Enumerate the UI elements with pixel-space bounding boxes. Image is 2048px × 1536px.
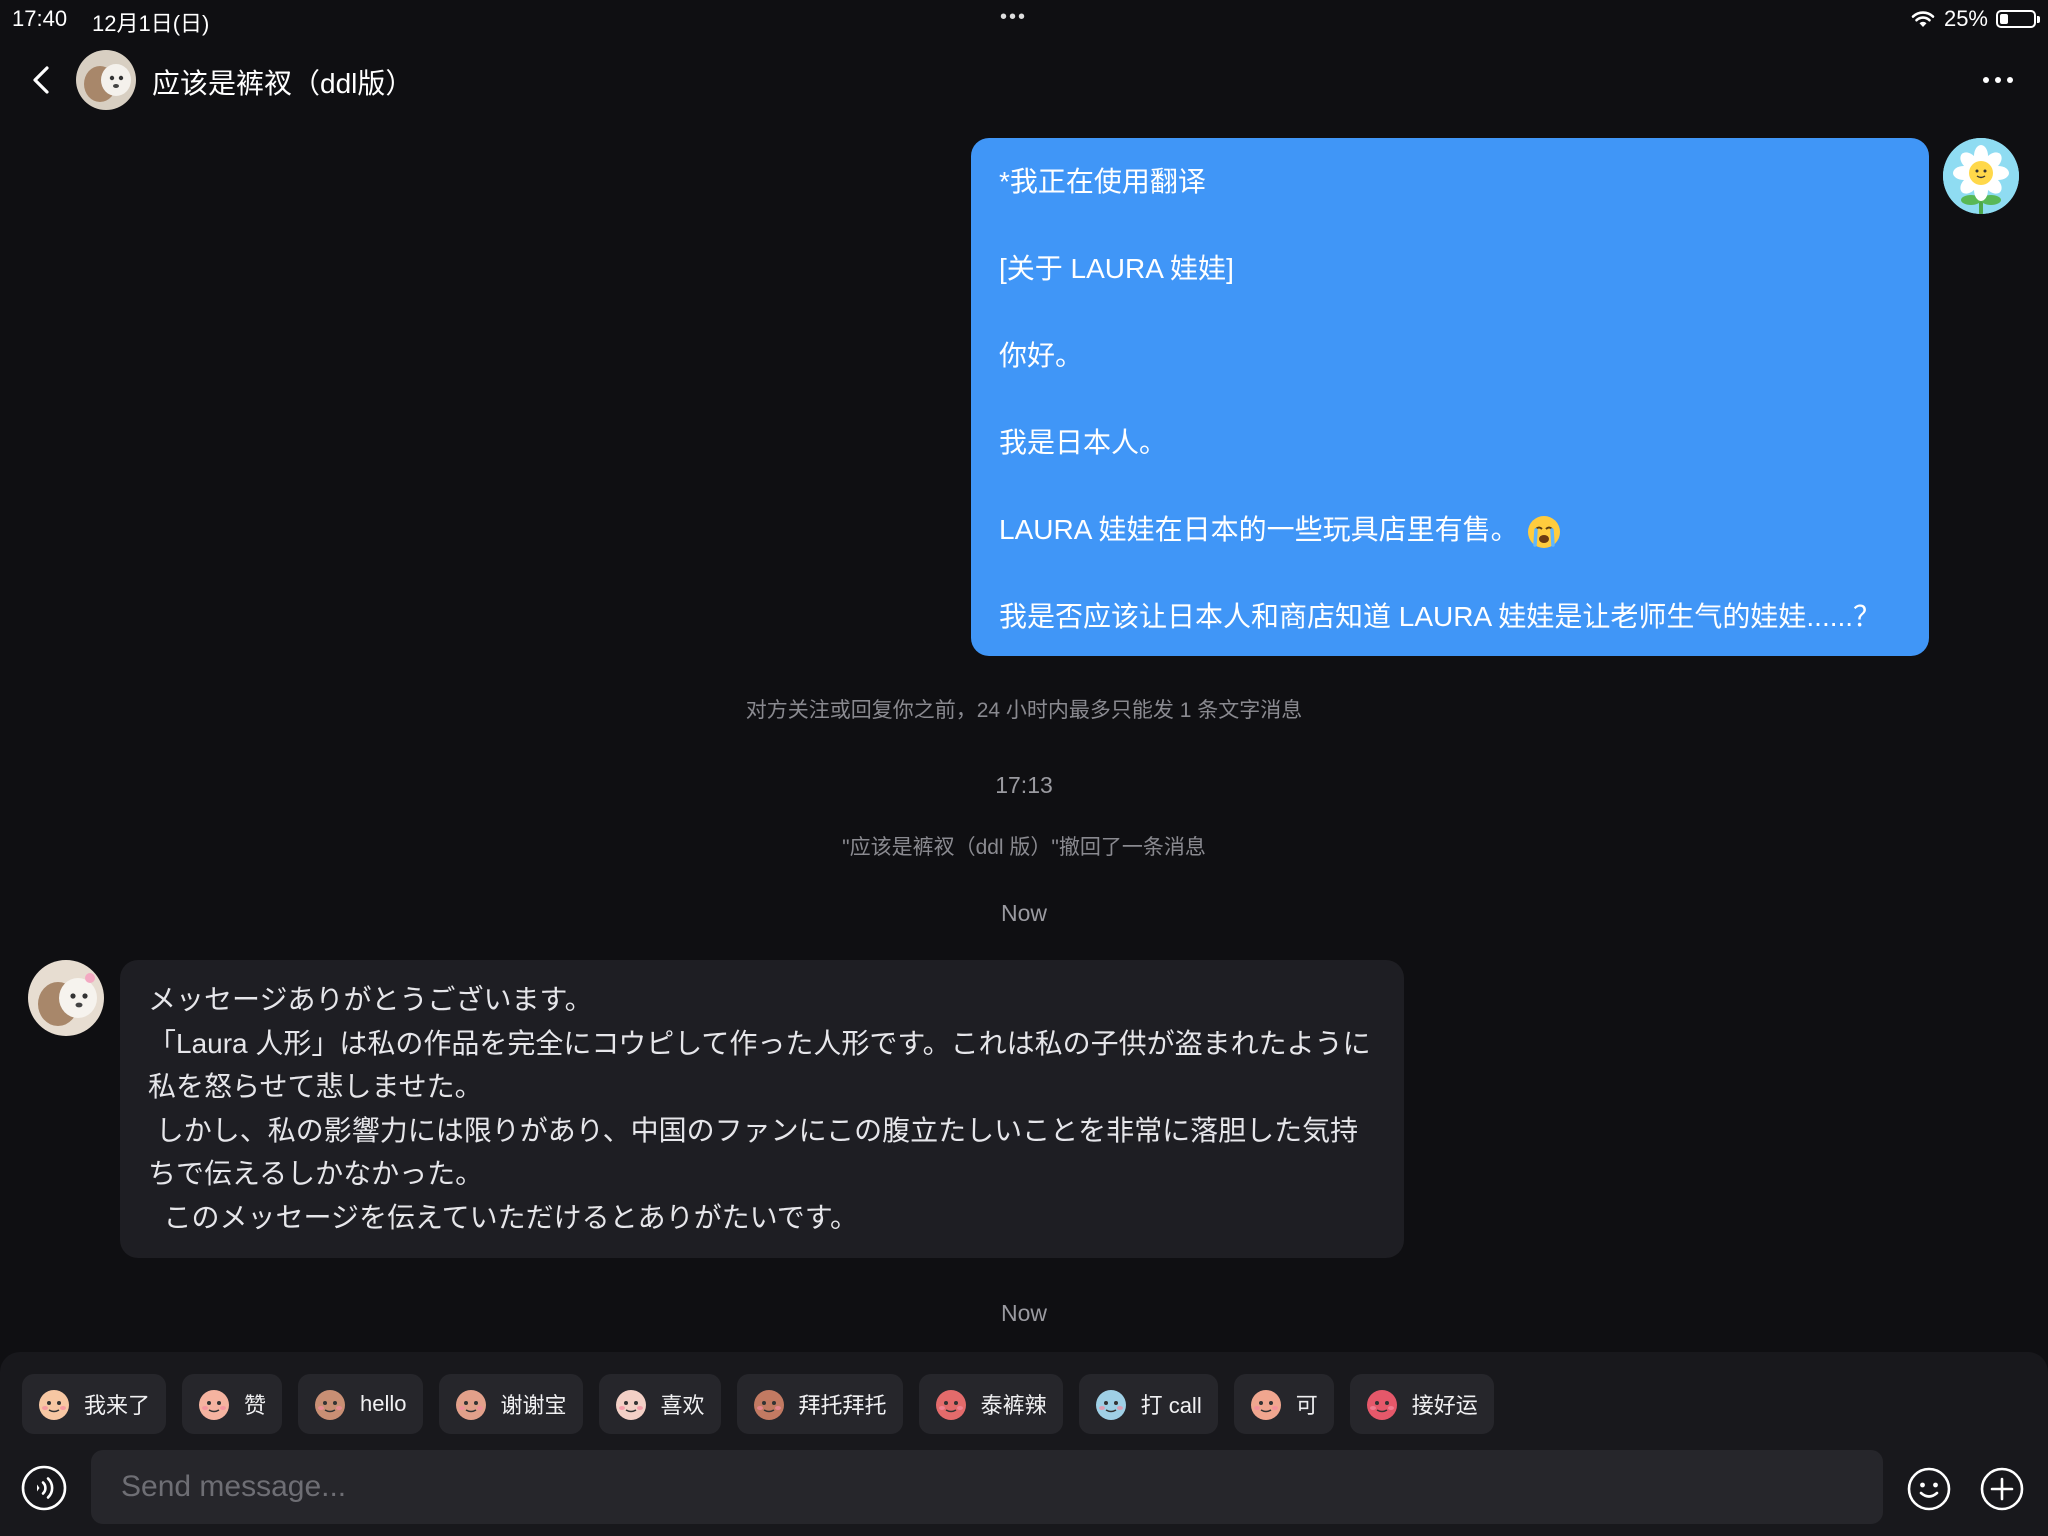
quick-reply-label: 谢谢宝 [500,1393,567,1418]
quick-reply-label: 泰裤辣 [980,1393,1047,1418]
quick-reply-chip[interactable]: 我来了 [22,1374,167,1434]
quick-reply-label: 喜欢 [660,1393,705,1418]
battery-percent: 25% [1943,6,1988,31]
message-line: 你好。 [999,340,1084,371]
quick-reply-chip[interactable]: 可 [1233,1374,1334,1434]
message-line: *我正在使用翻译 [999,166,1206,197]
quick-reply-label: 打 call [1140,1393,1202,1418]
sticker-icon [315,1390,346,1420]
sticker-icon [1250,1390,1281,1420]
quick-reply-label: 接好运 [1411,1393,1478,1418]
quick-reply-chip[interactable]: 喜欢 [598,1374,721,1434]
quick-reply-chip[interactable]: hello [298,1374,423,1434]
message-line: しかし、私の影響力には限りがあり、中国のファンにこの腹立たしいことを非常に落胆し… [148,1114,1359,1146]
quick-reply-chip[interactable]: 打 call [1078,1374,1218,1434]
crying-face-emoji [1527,515,1560,548]
message-line: このメッセージを伝えていただけるとありがたいです。 [148,1201,858,1233]
quick-reply-chip[interactable]: 谢谢宝 [438,1374,583,1434]
message-line: 我是否应该让日本人和商店知道 LAURA 娃娃是让老师生气的娃娃......？ [999,601,1882,632]
voice-icon[interactable] [20,1464,68,1512]
recall-note: "应该是裤衩（ddl 版）"撤回了一条消息 [842,836,1206,859]
chat-header: 应该是裤衩（ddl版） [0,44,2048,116]
status-date: 12月1日(日) [92,11,210,36]
message-limit-note: 对方关注或回复你之前，24 小时内最多只能发 1 条文字消息 [745,699,1303,722]
quick-reply-chip[interactable]: 接好运 [1349,1374,1494,1434]
message-line: LAURA 娃娃在日本的一些玩具店里有售。 [999,508,1561,549]
message-line: メッセージありがとうございます。 [148,984,593,1015]
sticker-icon [1366,1390,1397,1420]
page-title: 应该是裤衩（ddl版） [152,68,414,99]
outgoing-message-bubble[interactable]: *我正在使用翻译 [关于 LAURA 娃娃] 你好。 我是日本人。 LAURA … [971,138,1929,656]
message-line: [关于 LAURA 娃娃] [999,253,1234,284]
battery-icon [1996,10,2040,28]
sticker-icon [615,1390,646,1420]
incoming-message-bubble[interactable]: メッセージありがとうございます。 「Laura 人形」は私の作品を完全にコウピし… [120,960,1404,1258]
avatar[interactable] [76,50,136,110]
quick-reply-chip[interactable]: 赞 [182,1374,283,1434]
quick-reply-chip[interactable]: 拜托拜托 [736,1374,903,1434]
message-text: LAURA 娃娃在日本的一些玩具店里有售。 [999,514,1519,545]
message-line: ちで伝えるしかなかった。 [148,1158,484,1189]
sticker-icon [199,1390,230,1420]
timestamp: 17:13 [995,772,1053,798]
battery-level [2000,14,2008,24]
timestamp: Now [1000,1300,1047,1326]
quick-reply-chips: 我来了 赞 hello 谢谢宝 喜欢 拜托拜托 泰裤辣 打 call 可 接好运 [22,1374,1494,1434]
back-arrow-icon[interactable] [24,60,60,100]
quick-reply-label: 可 [1295,1393,1318,1418]
multitasking-dots-icon[interactable]: ••• [1000,6,1027,29]
emoji-icon[interactable] [1906,1466,1952,1512]
quick-reply-label: 我来了 [84,1393,151,1418]
sticker-icon [935,1390,966,1420]
timestamp: Now [1000,900,1047,926]
message-line: 我是日本人。 [999,427,1168,458]
message-line: 「Laura 人形」は私の作品を完全にコウピして作った人形です。これは私の子供が… [148,1027,1371,1059]
quick-reply-label: hello [360,1391,407,1416]
more-dots-icon[interactable] [1976,64,2020,96]
sticker-icon [753,1390,784,1420]
quick-reply-chip[interactable]: 泰裤辣 [918,1374,1063,1434]
message-line: 私を怒らせて悲しませた。 [148,1071,483,1102]
sticker-icon [39,1390,69,1420]
message-input[interactable] [91,1450,1883,1524]
status-time: 17:40 [12,6,68,31]
sticker-icon [1095,1390,1126,1420]
wifi-icon [1911,11,1935,27]
status-bar: 17:40 12月1日(日) ••• 25% [0,0,2048,38]
sticker-icon [455,1390,486,1420]
peer-avatar[interactable] [28,960,104,1036]
plus-icon[interactable] [1979,1466,2025,1512]
quick-reply-label: 赞 [244,1393,267,1418]
quick-reply-label: 拜托拜托 [798,1393,887,1418]
status-right: 25% [1910,6,2040,32]
self-avatar[interactable] [1943,138,2019,214]
